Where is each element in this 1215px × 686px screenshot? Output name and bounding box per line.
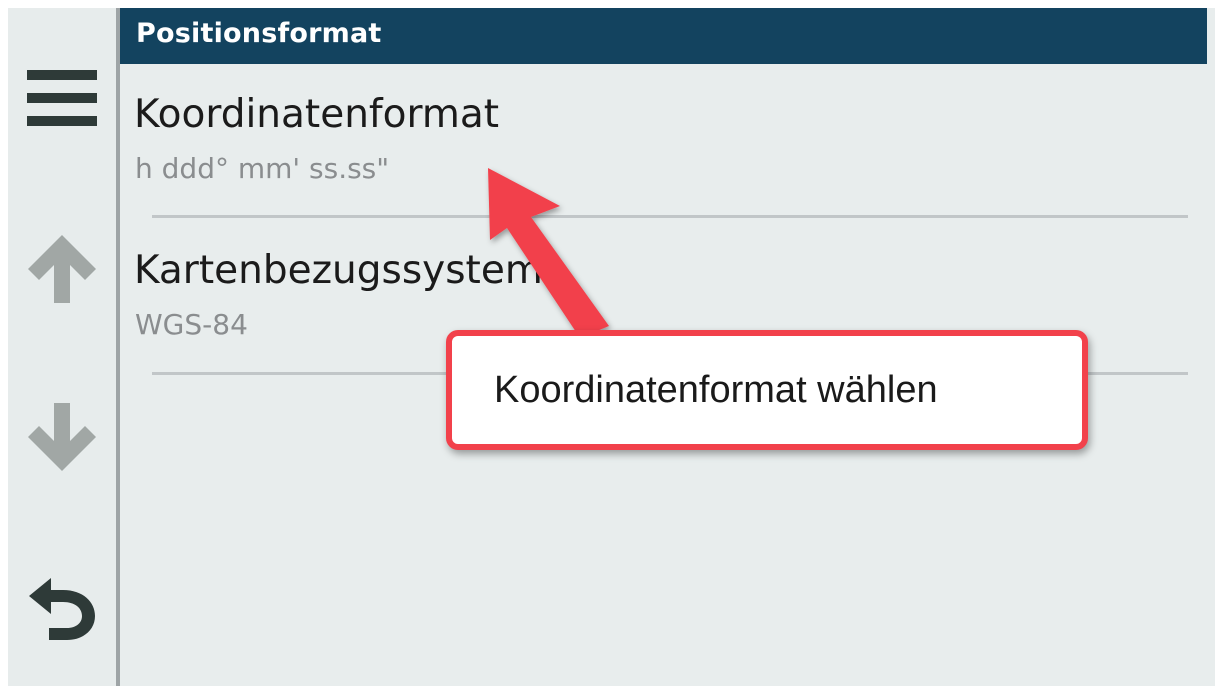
back-icon bbox=[29, 578, 95, 640]
arrow-down-icon bbox=[28, 403, 96, 471]
header-bar: Positionsformat bbox=[120, 8, 1207, 64]
setting-title: Koordinatenformat bbox=[134, 92, 500, 137]
scroll-up-button[interactable] bbox=[8, 218, 116, 318]
sidebar bbox=[8, 8, 116, 686]
page-title: Positionsformat bbox=[136, 18, 382, 49]
setting-item-coordinate-format[interactable]: Koordinatenformat h ddd° mm' ss.ss" bbox=[120, 92, 1190, 242]
back-button[interactable] bbox=[8, 560, 116, 660]
list-divider bbox=[152, 215, 1188, 218]
callout-text: Koordinatenformat wählen bbox=[494, 369, 938, 411]
device-screen: Positionsformat Koordinatenformat h ddd°… bbox=[0, 0, 1215, 686]
annotation-callout: Koordinatenformat wählen bbox=[446, 330, 1088, 450]
scroll-down-button[interactable] bbox=[8, 388, 116, 488]
setting-title: Kartenbezugssystem bbox=[134, 248, 543, 293]
arrow-up-icon bbox=[28, 235, 96, 303]
menu-icon bbox=[27, 70, 97, 126]
setting-value: h ddd° mm' ss.ss" bbox=[135, 152, 390, 185]
menu-button[interactable] bbox=[8, 48, 116, 148]
setting-value: WGS-84 bbox=[135, 308, 248, 341]
